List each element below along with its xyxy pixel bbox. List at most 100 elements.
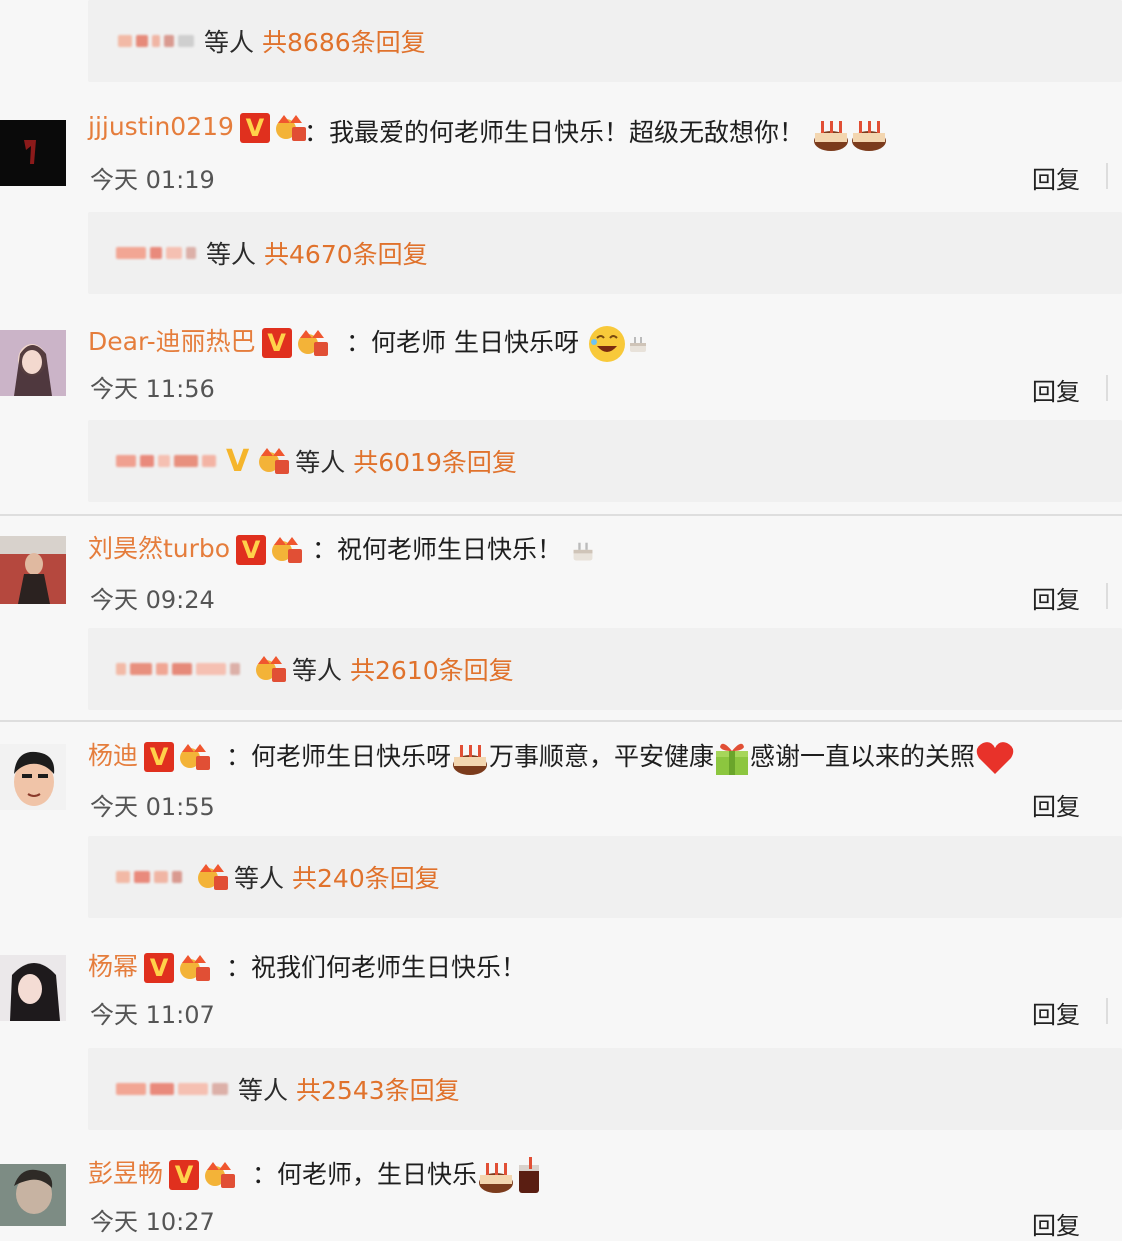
divider [0,514,1122,516]
v-verified-icon: V [226,443,250,479]
reply-summary[interactable]: 等人 共2610条回复 [88,628,1122,710]
reply-summary-content: 等人 共2610条回复 [116,628,514,710]
divider [1106,998,1108,1024]
reply-summary[interactable]: 等人 共8686条回复 [88,0,1122,82]
drink-emoji-icon [519,1157,540,1193]
blurred-usernames [118,35,194,47]
reply-count[interactable]: 共8686条回复 [262,23,426,59]
avatar-image [0,536,66,604]
comment-text: ：祝何老师生日快乐！ [312,530,596,566]
reply-summary-label: 等人 [234,864,285,893]
blurred-usernames [116,455,216,467]
cake-emoji-icon [851,121,886,151]
reply-summary-label: 等人 [206,240,257,269]
avatar-image [24,140,36,164]
username-link[interactable]: 杨迪 [88,741,138,770]
reply-button[interactable]: 回复 [1032,995,1080,1030]
username-link[interactable]: 杨幂 [88,952,138,981]
comment-body: 祝何老师生日快乐！ [337,535,563,564]
comment-text: ：何老师，生日快乐 [252,1155,543,1195]
blurred-usernames [116,871,182,883]
v-verified-icon: V [144,742,175,772]
comment-text: ：祝我们何老师生日快乐！ [226,948,526,984]
comment-text: ：我最爱的何老师生日快乐！超级无敌想你！ [304,113,888,153]
username-link[interactable]: 彭昱畅 [88,1159,163,1188]
gift-emoji-icon [716,743,749,775]
comment-text: ：何老师 生日快乐呀 [346,323,649,364]
reply-summary-content: 等人 共240条回复 [116,836,440,918]
avatar[interactable] [0,955,66,1021]
crown-badge-icon [205,1162,236,1188]
colon: ： [346,328,372,357]
v-verified-icon: V [261,328,292,358]
comment-author: Dear-迪丽热巴 V [88,322,330,358]
small-cake-icon [629,337,646,352]
reply-count[interactable]: 共2610条回复 [350,651,514,687]
avatar[interactable] [0,120,66,186]
crown-badge-icon [272,537,303,563]
comment-feed: 等人 共8686条回复 jjjustin0219 V ：我最爱的何老师生日快乐！超… [0,0,1122,1240]
reply-count[interactable]: 共4670条回复 [264,235,428,271]
comment-body: 祝我们何老师生日快乐！ [251,953,527,982]
reply-summary-content: 等人 共8686条回复 [118,0,426,82]
reply-button[interactable]: 回复 [1032,580,1080,615]
avatar-image [0,330,66,396]
reply-button[interactable]: 回复 [1032,1206,1080,1241]
reply-summary[interactable]: 等人 共4670条回复 [88,212,1122,294]
comment-body: 何老师 生日快乐呀 [371,328,579,357]
avatar-image [0,955,66,1021]
v-verified-icon: V [144,953,175,983]
username-link[interactable]: jjjustin0219 [88,112,234,141]
comment-time: 今天 01:19 [90,166,215,194]
username-link[interactable]: Dear-迪丽热巴 [88,327,256,356]
username-link[interactable]: 刘昊然turbo [88,534,230,563]
reply-count[interactable]: 共2543条回复 [296,1071,460,1107]
comment-body-part: 感谢一直以来的关照 [750,742,976,771]
comment-author: 杨幂 V [88,947,212,983]
comment-author: 彭昱畅 V [88,1154,237,1190]
comment-time: 今天 10:27 [90,1208,215,1236]
v-verified-icon: V [239,113,270,143]
avatar[interactable] [0,536,66,604]
reply-summary-label: 等人 [292,656,343,685]
crown-badge-icon [297,330,328,356]
comment-time: 今天 01:55 [90,793,215,821]
reply-button[interactable]: 回复 [1032,160,1080,195]
colon: ： [312,535,338,564]
divider [0,720,1122,722]
crown-badge-icon [259,448,290,474]
reply-summary[interactable]: 等人 共2543条回复 [88,1048,1122,1130]
avatar[interactable] [0,1164,66,1226]
v-verified-icon: V [236,535,267,565]
avatar-image [0,744,66,810]
reply-summary[interactable]: V 等人 共6019条回复 [88,420,1122,502]
reply-summary-label: 等人 [204,28,255,57]
comment-time: 今天 09:24 [90,586,215,614]
colon: ： [252,1160,278,1189]
reply-count[interactable]: 共240条回复 [292,859,440,895]
blurred-usernames [116,1083,228,1095]
cake-emoji-icon [813,121,848,151]
crown-badge-icon [180,744,211,770]
avatar[interactable] [0,330,66,396]
reply-summary-content: 等人 共4670条回复 [116,212,428,294]
comment-text: ：何老师生日快乐呀 万事顺意，平安健康 感谢一直以来的关照 [226,737,1015,777]
avatar[interactable] [0,744,66,810]
reply-summary[interactable]: 等人 共240条回复 [88,836,1122,918]
cake-emoji-icon [453,745,488,775]
laugh-emoji-icon [588,326,625,362]
reply-summary-content: 等人 共2543条回复 [116,1048,460,1130]
comment-body-part: 万事顺意，平安健康 [489,742,715,771]
reply-summary-content: V 等人 共6019条回复 [116,420,517,502]
comment-time: 今天 11:07 [90,1001,215,1029]
divider [1106,583,1108,609]
v-verified-icon: V [169,1160,200,1190]
crown-badge-icon [180,955,211,981]
reply-count[interactable]: 共6019条回复 [353,443,517,479]
divider [1106,163,1108,189]
comment-body: 何老师，生日快乐 [277,1160,478,1189]
heart-emoji-icon [976,742,1014,774]
reply-button[interactable]: 回复 [1032,787,1080,822]
colon: ： [226,953,252,982]
reply-button[interactable]: 回复 [1032,372,1080,407]
